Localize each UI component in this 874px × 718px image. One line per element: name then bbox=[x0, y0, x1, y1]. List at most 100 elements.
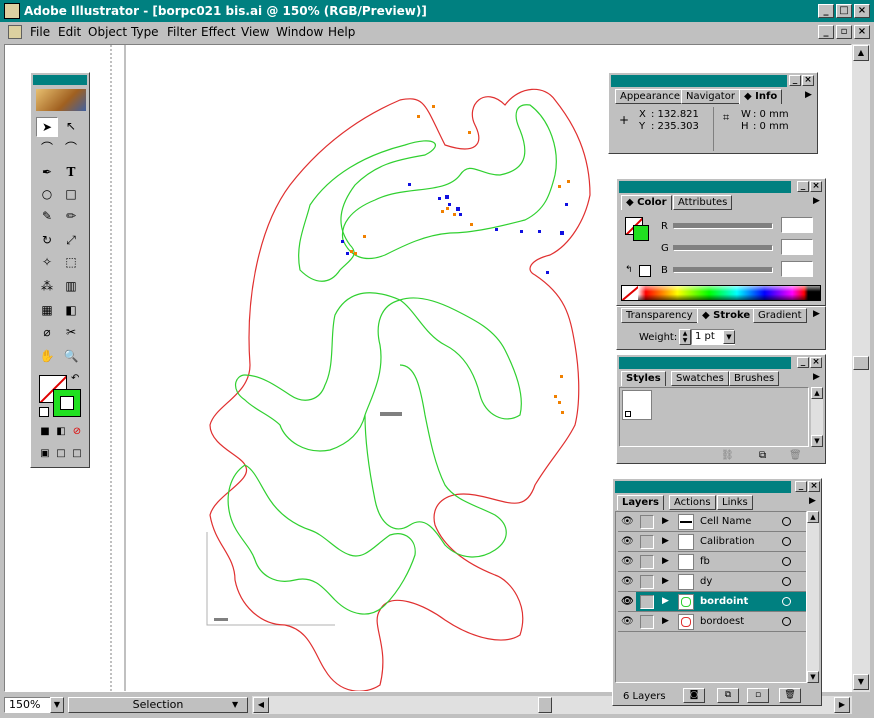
palette-minimize-button[interactable]: _ bbox=[795, 481, 807, 492]
menu-view[interactable]: View bbox=[241, 25, 269, 39]
scale-tool-icon[interactable]: ⤢ bbox=[60, 231, 82, 251]
tab-transparency[interactable]: Transparency bbox=[621, 308, 698, 323]
vertical-scrollbar[interactable]: ▲ ▼ bbox=[852, 44, 870, 692]
color-mode-icon[interactable]: ■ bbox=[37, 425, 53, 441]
vertical-scroll-thumb[interactable] bbox=[853, 356, 869, 370]
tab-attributes[interactable]: Attributes bbox=[673, 195, 733, 210]
layer-row-bordoint[interactable]: 👁 ▶ bordoint bbox=[618, 592, 806, 612]
swap-fill-stroke-icon[interactable]: ↶ bbox=[71, 373, 79, 384]
lock-toggle[interactable] bbox=[640, 575, 654, 589]
new-layer-icon[interactable]: ▫ bbox=[747, 688, 769, 703]
menu-file[interactable]: File bbox=[30, 25, 50, 39]
tab-color[interactable]: ◆ Color bbox=[621, 195, 672, 210]
color-stroke-swatch[interactable] bbox=[633, 225, 649, 241]
zoom-tool-icon[interactable]: 🔍 bbox=[60, 347, 82, 367]
color-g-field[interactable] bbox=[781, 239, 813, 255]
color-r-slider[interactable] bbox=[673, 223, 773, 229]
scroll-down-button[interactable]: ▼ bbox=[853, 674, 869, 690]
layers-scroll-up-button[interactable]: ▲ bbox=[807, 511, 819, 523]
target-circle-icon[interactable] bbox=[782, 537, 791, 546]
color-b-slider[interactable] bbox=[673, 267, 773, 273]
palette-menu-arrow-icon[interactable]: ▶ bbox=[805, 90, 812, 100]
tab-actions[interactable]: Actions bbox=[669, 495, 716, 510]
tab-gradient[interactable]: Gradient bbox=[753, 308, 807, 323]
rotate-tool-icon[interactable]: ↻ bbox=[36, 231, 58, 251]
scroll-up-button[interactable]: ▲ bbox=[853, 45, 869, 61]
out-of-gamut-icon[interactable]: ↰ bbox=[625, 265, 633, 275]
expand-triangle-icon[interactable]: ▶ bbox=[662, 516, 669, 526]
palette-minimize-button[interactable]: _ bbox=[797, 181, 809, 192]
menu-help[interactable]: Help bbox=[328, 25, 355, 39]
target-circle-icon[interactable] bbox=[782, 557, 791, 566]
layers-scroll-down-button[interactable]: ▼ bbox=[807, 671, 819, 683]
visibility-eye-icon[interactable]: 👁 bbox=[621, 536, 634, 547]
lock-toggle[interactable] bbox=[640, 555, 654, 569]
palette-menu-arrow-icon[interactable]: ▶ bbox=[813, 196, 820, 206]
menu-effect[interactable]: Effect bbox=[201, 25, 236, 39]
doc-minimize-button[interactable]: _ bbox=[818, 25, 834, 39]
menu-filter[interactable]: Filter bbox=[167, 25, 197, 39]
palette-menu-arrow-icon[interactable]: ▶ bbox=[813, 372, 820, 382]
color-r-field[interactable] bbox=[781, 217, 813, 233]
maximize-button[interactable]: □ bbox=[836, 4, 852, 18]
lock-toggle[interactable] bbox=[640, 515, 654, 529]
color-b-field[interactable] bbox=[781, 261, 813, 277]
style-swatch-default[interactable] bbox=[622, 390, 652, 420]
expand-triangle-icon[interactable]: ▶ bbox=[662, 616, 669, 626]
expand-triangle-icon[interactable]: ▶ bbox=[662, 576, 669, 586]
tab-swatches[interactable]: Swatches bbox=[671, 371, 729, 386]
document-icon[interactable] bbox=[8, 25, 22, 39]
layer-row-cell-name[interactable]: 👁 ▶ Cell Name bbox=[618, 512, 806, 532]
gradient-tool-icon[interactable]: ◧ bbox=[60, 301, 82, 321]
status-dropdown-icon[interactable]: ▼ bbox=[232, 700, 238, 709]
mesh-tool-icon[interactable]: ▦ bbox=[36, 301, 58, 321]
tab-appearance[interactable]: Appearance bbox=[615, 89, 686, 104]
eyedropper-tool-icon[interactable]: ⌀ bbox=[36, 323, 58, 343]
expand-triangle-icon[interactable]: ▶ bbox=[662, 596, 669, 606]
symbol-sprayer-tool-icon[interactable]: ⁂ bbox=[36, 277, 58, 297]
doc-restore-button[interactable]: ▫ bbox=[836, 25, 852, 39]
palette-minimize-button[interactable]: _ bbox=[789, 75, 801, 86]
new-sublayer-icon[interactable]: ⧉ bbox=[717, 688, 739, 703]
palette-minimize-button[interactable]: _ bbox=[797, 357, 809, 368]
pencil-tool-icon[interactable]: ✏ bbox=[60, 207, 82, 227]
menu-object[interactable]: Object bbox=[88, 25, 127, 39]
layer-row-calibration[interactable]: 👁 ▶ Calibration bbox=[618, 532, 806, 552]
full-screen-menu-mode-icon[interactable]: □ bbox=[53, 447, 69, 463]
scissors-tool-icon[interactable]: ✂ bbox=[60, 323, 82, 343]
adobe-logo-icon[interactable] bbox=[36, 89, 86, 111]
lock-toggle[interactable] bbox=[640, 535, 654, 549]
layer-row-bordoest[interactable]: 👁 ▶ bordoest bbox=[618, 612, 806, 632]
target-circle-icon[interactable] bbox=[782, 577, 791, 586]
tab-links[interactable]: Links bbox=[717, 495, 753, 510]
new-style-icon[interactable]: ⧉ bbox=[759, 450, 766, 461]
default-colors-icon[interactable] bbox=[39, 407, 49, 417]
layers-scrollbar[interactable]: ▲ ▼ bbox=[807, 511, 819, 683]
palette-close-button[interactable]: × bbox=[810, 357, 822, 368]
expand-triangle-icon[interactable]: ▶ bbox=[662, 556, 669, 566]
palette-close-button[interactable]: × bbox=[810, 181, 822, 192]
rectangle-tool-icon[interactable]: □ bbox=[60, 185, 82, 205]
palette-close-button[interactable]: × bbox=[802, 75, 814, 86]
target-circle-icon[interactable] bbox=[782, 617, 791, 626]
ellipse-tool-icon[interactable]: ○ bbox=[36, 185, 58, 205]
expand-triangle-icon[interactable]: ▶ bbox=[662, 536, 669, 546]
styles-scroll-down-button[interactable]: ▼ bbox=[811, 435, 823, 447]
last-color-swatch[interactable] bbox=[639, 265, 651, 277]
weight-stepper[interactable]: ▲ ▼ bbox=[679, 329, 691, 345]
tab-brushes[interactable]: Brushes bbox=[729, 371, 780, 386]
standard-screen-mode-icon[interactable]: ▣ bbox=[37, 447, 53, 463]
scroll-left-button[interactable]: ◀ bbox=[253, 697, 269, 713]
menu-window[interactable]: Window bbox=[276, 25, 323, 39]
free-transform-tool-icon[interactable]: ⬚ bbox=[60, 253, 82, 273]
tab-styles[interactable]: Styles bbox=[621, 371, 666, 386]
gradient-mode-icon[interactable]: ◧ bbox=[53, 425, 69, 441]
styles-palette-title-bar[interactable] bbox=[619, 357, 791, 369]
info-palette-title-bar[interactable] bbox=[611, 75, 787, 87]
lock-toggle[interactable] bbox=[640, 615, 654, 629]
pen-tool-icon[interactable]: ✒ bbox=[36, 163, 58, 183]
tab-navigator[interactable]: Navigator bbox=[681, 89, 740, 104]
warp-tool-icon[interactable]: ✧ bbox=[36, 253, 58, 273]
layer-row-fb[interactable]: 👁 ▶ fb bbox=[618, 552, 806, 572]
status-tool-field[interactable]: Selection bbox=[68, 697, 248, 713]
